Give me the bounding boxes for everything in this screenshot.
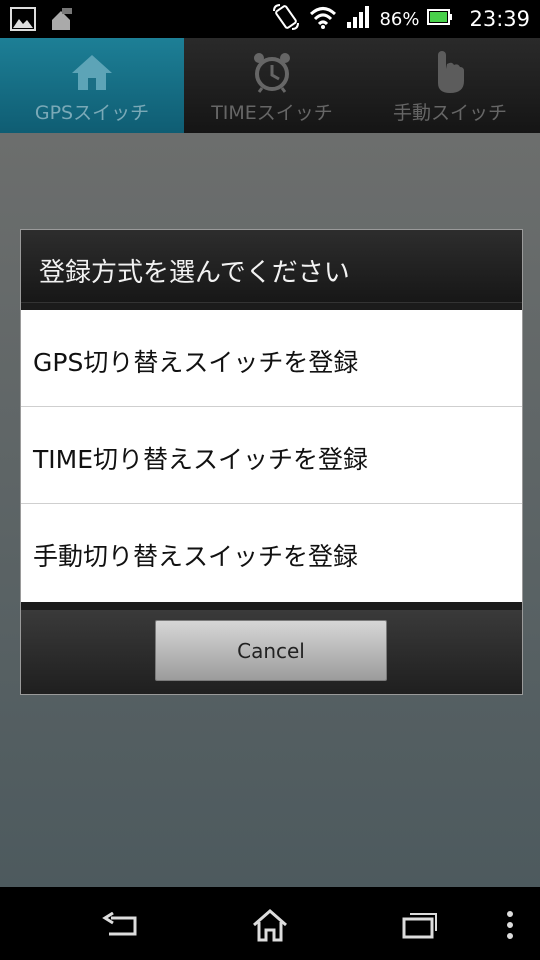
status-bar: 86% 23:39 — [0, 0, 540, 38]
battery-icon — [427, 8, 453, 30]
option-label: TIME切り替えスイッチを登録 — [33, 445, 369, 474]
cancel-button[interactable]: Cancel — [155, 620, 387, 681]
recent-apps-icon[interactable] — [400, 905, 440, 945]
signal-icon — [345, 5, 371, 33]
status-notifications — [10, 6, 74, 36]
tab-manual-switch[interactable]: 手動スイッチ — [360, 38, 540, 133]
tab-bar: GPSスイッチ TIMEスイッチ 手動スイッチ — [0, 38, 540, 133]
tab-label: 手動スイッチ — [392, 102, 507, 124]
menu-icon[interactable] — [492, 905, 528, 945]
app-notification-icon — [48, 6, 74, 36]
dialog-title: 登録方式を選んでください — [39, 258, 350, 288]
back-icon[interactable] — [100, 905, 140, 945]
gallery-icon — [10, 7, 36, 35]
navigation-bar — [0, 887, 540, 960]
rotate-icon — [271, 3, 301, 35]
tab-label: GPSスイッチ — [34, 102, 150, 124]
option-label: GPS切り替えスイッチを登録 — [33, 348, 359, 377]
screen: 86% 23:39 GPSスイッチ TIMEスイッチ 手動スイッチ 登録方式を選… — [0, 0, 540, 960]
home-icon[interactable] — [250, 905, 290, 945]
option-register-manual-switch[interactable]: 手動切り替えスイッチを登録 — [21, 504, 522, 601]
alarm-clock-icon — [248, 48, 296, 96]
tab-time-switch[interactable]: TIMEスイッチ — [184, 38, 360, 133]
status-system: 86% 23:39 — [271, 0, 530, 38]
option-register-time-switch[interactable]: TIME切り替えスイッチを登録 — [21, 407, 522, 504]
option-label: 手動切り替えスイッチを登録 — [33, 542, 359, 571]
tab-gps-switch[interactable]: GPSスイッチ — [0, 38, 184, 133]
battery-percent: 86% — [379, 8, 420, 30]
home-icon — [68, 48, 116, 96]
dialog-options-list: GPS切り替えスイッチを登録 TIME切り替えスイッチを登録 手動切り替えスイッ… — [21, 310, 522, 602]
wifi-icon — [309, 4, 337, 34]
tab-label: TIMEスイッチ — [211, 102, 333, 124]
dialog-title-bar: 登録方式を選んでください — [21, 230, 522, 303]
status-clock: 23:39 — [469, 7, 530, 31]
dialog-button-bar: Cancel — [21, 610, 522, 694]
register-mode-dialog: 登録方式を選んでください GPS切り替えスイッチを登録 TIME切り替えスイッチ… — [20, 229, 523, 695]
option-register-gps-switch[interactable]: GPS切り替えスイッチを登録 — [21, 310, 522, 407]
hand-pointer-icon — [426, 48, 474, 96]
